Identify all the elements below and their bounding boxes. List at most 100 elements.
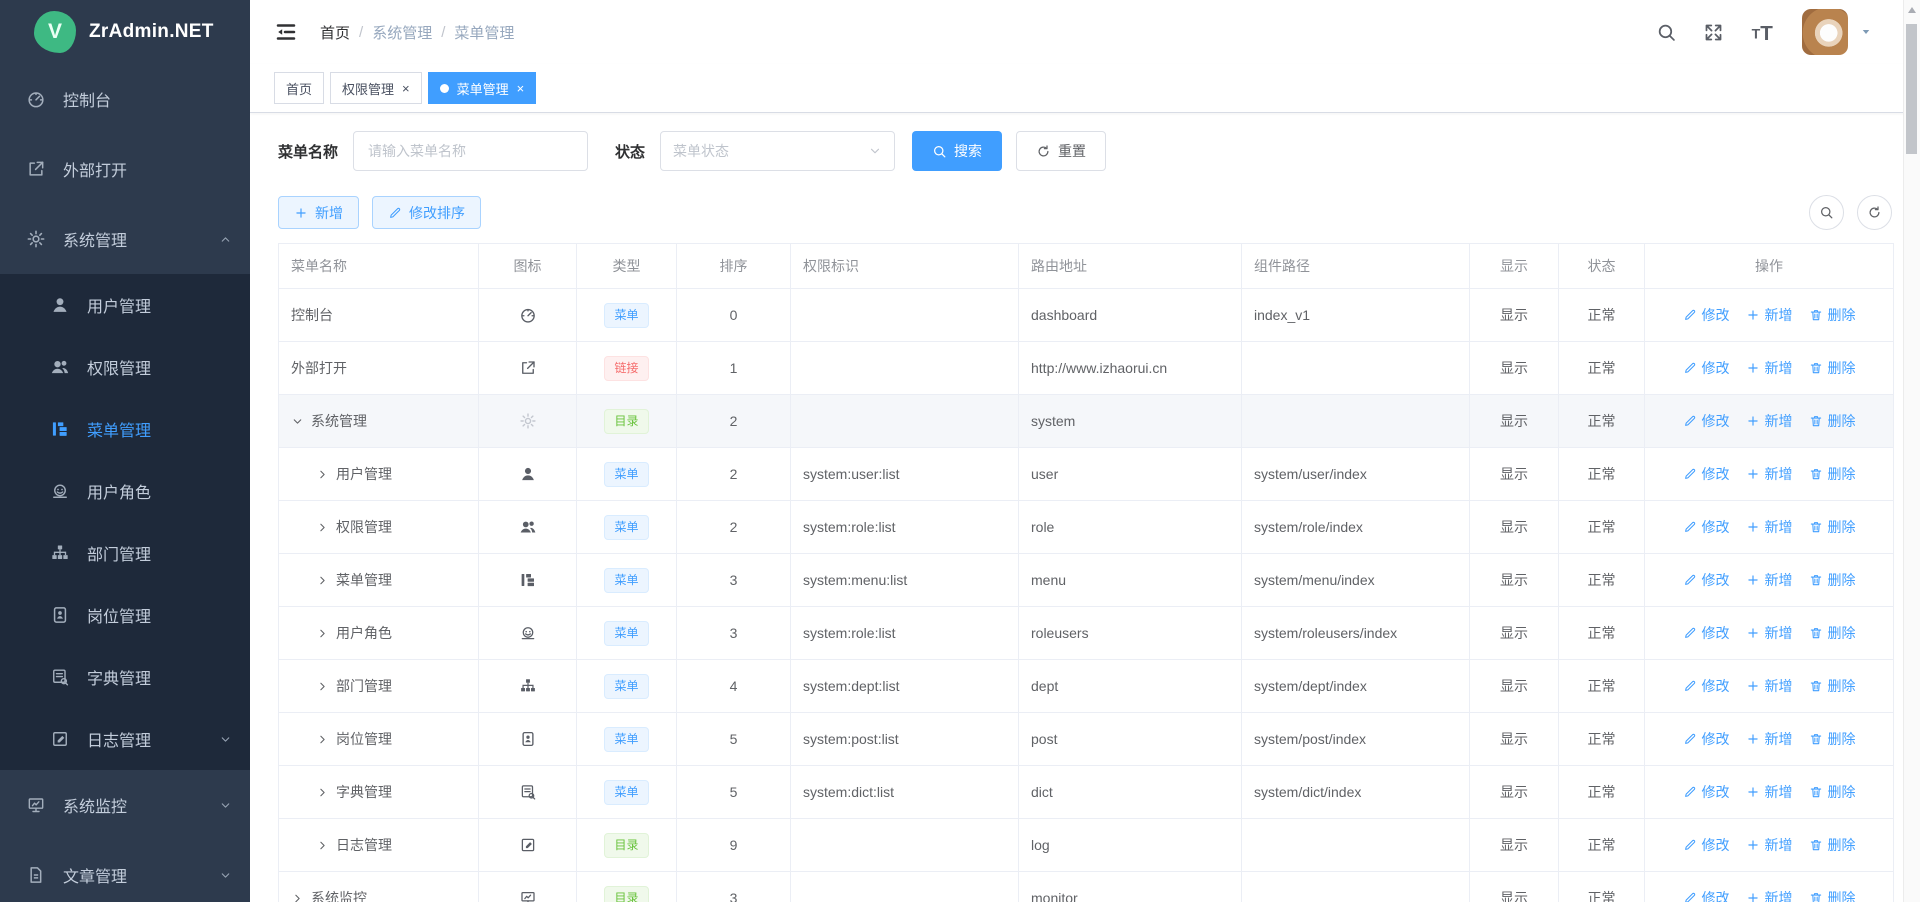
chevron-right-icon[interactable] <box>316 468 329 481</box>
sidebar-item-label: 字典管理 <box>87 665 151 689</box>
sidebar-item-menu[interactable]: 菜单管理 <box>0 398 250 460</box>
chevron-right-icon[interactable] <box>291 892 304 903</box>
delete-link[interactable]: 删除 <box>1809 835 1856 855</box>
chevron-right-icon[interactable] <box>316 786 329 799</box>
delete-link[interactable]: 删除 <box>1809 411 1856 431</box>
edit-link[interactable]: 修改 <box>1683 835 1730 855</box>
sidebar-item-dict[interactable]: 字典管理 <box>0 646 250 708</box>
edit-link[interactable]: 修改 <box>1683 623 1730 643</box>
edit-link[interactable]: 修改 <box>1683 782 1730 802</box>
tree-icon <box>50 419 70 439</box>
add-link[interactable]: 新增 <box>1746 676 1793 696</box>
sidebar-item-dept[interactable]: 部门管理 <box>0 522 250 584</box>
delete-link[interactable]: 删除 <box>1809 676 1856 696</box>
delete-link[interactable]: 删除 <box>1809 623 1856 643</box>
add-link[interactable]: 新增 <box>1746 623 1793 643</box>
add-link[interactable]: 新增 <box>1746 835 1793 855</box>
vertical-scrollbar[interactable] <box>1903 0 1920 902</box>
edit-link[interactable]: 修改 <box>1683 464 1730 484</box>
add-link[interactable]: 新增 <box>1746 729 1793 749</box>
font-size-icon[interactable] <box>1750 19 1776 45</box>
sidebar-item-post[interactable]: 岗位管理 <box>0 584 250 646</box>
table-row: 系统管理 目录 2 system 显示 正常 修改 新增 <box>279 395 1894 448</box>
chevron-right-icon[interactable] <box>316 521 329 534</box>
chevron-right-icon[interactable] <box>316 574 329 587</box>
chevron-right-icon[interactable] <box>316 627 329 640</box>
status-select[interactable]: 菜单状态 <box>660 131 895 171</box>
add-link[interactable]: 新增 <box>1746 570 1793 590</box>
sidebar-item-roleusers[interactable]: 用户角色 <box>0 460 250 522</box>
add-link[interactable]: 新增 <box>1746 464 1793 484</box>
edit-link[interactable]: 修改 <box>1683 676 1730 696</box>
reset-button[interactable]: 重置 <box>1016 131 1106 171</box>
sidebar-item-user[interactable]: 用户管理 <box>0 274 250 336</box>
delete-link[interactable]: 删除 <box>1809 464 1856 484</box>
user-avatar[interactable] <box>1802 9 1848 55</box>
delete-link[interactable]: 删除 <box>1809 358 1856 378</box>
table-row: 日志管理 目录 9 log 显示 正常 修改 新增 <box>279 819 1894 872</box>
trash-icon <box>1809 891 1823 902</box>
sidebar-item-label: 系统管理 <box>63 227 127 251</box>
chevron-down-icon <box>219 733 232 746</box>
close-icon[interactable]: × <box>517 82 525 95</box>
tab[interactable]: 首页 <box>274 72 324 104</box>
search-icon[interactable] <box>1656 22 1677 43</box>
sidebar-item-external[interactable]: 外部打开 <box>0 134 250 204</box>
add-link[interactable]: 新增 <box>1746 305 1793 325</box>
chevron-right-icon[interactable] <box>316 839 329 852</box>
search-button[interactable]: 搜索 <box>912 131 1002 171</box>
edit-link[interactable]: 修改 <box>1683 411 1730 431</box>
status-value: 正常 <box>1559 766 1645 819</box>
sidebar-item-console[interactable]: 控制台 <box>0 64 250 134</box>
edit-link[interactable]: 修改 <box>1683 729 1730 749</box>
add-link[interactable]: 新增 <box>1746 411 1793 431</box>
sidebar-item-article[interactable]: 文章管理 <box>0 840 250 910</box>
delete-link[interactable]: 删除 <box>1809 517 1856 537</box>
table-search-button[interactable] <box>1809 195 1844 230</box>
sidebar-item-system[interactable]: 系统管理 <box>0 204 250 274</box>
tab[interactable]: 权限管理 × <box>330 72 422 104</box>
sidebar-item-role[interactable]: 权限管理 <box>0 336 250 398</box>
edit-sort-button[interactable]: 修改排序 <box>372 196 481 229</box>
fullscreen-icon[interactable] <box>1703 22 1724 43</box>
sidebar-item-log[interactable]: 日志管理 <box>0 708 250 770</box>
tab[interactable]: 菜单管理 × <box>428 72 537 104</box>
caret-down-icon[interactable] <box>1860 26 1872 38</box>
menu-name-input[interactable] <box>353 131 588 171</box>
add-link[interactable]: 新增 <box>1746 358 1793 378</box>
edit-link[interactable]: 修改 <box>1683 517 1730 537</box>
component-value: system/menu/index <box>1242 554 1470 607</box>
chevron-right-icon[interactable] <box>316 680 329 693</box>
delete-link[interactable]: 删除 <box>1809 729 1856 749</box>
sidebar-item-label: 外部打开 <box>63 157 127 181</box>
add-link[interactable]: 新增 <box>1746 517 1793 537</box>
table-refresh-button[interactable] <box>1857 195 1892 230</box>
breadcrumb-item[interactable]: 首页 <box>320 22 350 43</box>
pencil-icon <box>1683 467 1697 481</box>
add-button[interactable]: 新增 <box>278 196 359 229</box>
search-icon <box>1819 205 1834 220</box>
edit-link[interactable]: 修改 <box>1683 358 1730 378</box>
delete-link[interactable]: 删除 <box>1809 782 1856 802</box>
delete-link[interactable]: 删除 <box>1809 888 1856 902</box>
type-tag: 目录 <box>604 833 648 858</box>
add-link[interactable]: 新增 <box>1746 888 1793 902</box>
table-header-row: 菜单名称图标类型排序权限标识路由地址组件路径显示状态操作 <box>279 244 1894 289</box>
chevron-down-icon[interactable] <box>291 415 304 428</box>
edit-link[interactable]: 修改 <box>1683 570 1730 590</box>
delete-link[interactable]: 删除 <box>1809 305 1856 325</box>
chevron-right-icon[interactable] <box>316 733 329 746</box>
close-icon[interactable]: × <box>402 82 410 95</box>
menu-table: 菜单名称图标类型排序权限标识路由地址组件路径显示状态操作 控制台 菜单 0 da… <box>278 243 1894 902</box>
tabs-bar: 首页 权限管理 × 菜单管理 × <box>250 64 1920 113</box>
scroll-up-arrow-icon[interactable] <box>1908 7 1916 13</box>
edit-link[interactable]: 修改 <box>1683 305 1730 325</box>
sidebar-collapse-icon[interactable] <box>274 20 298 44</box>
edit-link[interactable]: 修改 <box>1683 888 1730 902</box>
sidebar-item-monitor[interactable]: 系统监控 <box>0 770 250 840</box>
add-link-label: 新增 <box>1765 835 1793 855</box>
scrollbar-thumb[interactable] <box>1906 24 1917 154</box>
delete-link[interactable]: 删除 <box>1809 570 1856 590</box>
plus-icon <box>1746 467 1760 481</box>
add-link[interactable]: 新增 <box>1746 782 1793 802</box>
